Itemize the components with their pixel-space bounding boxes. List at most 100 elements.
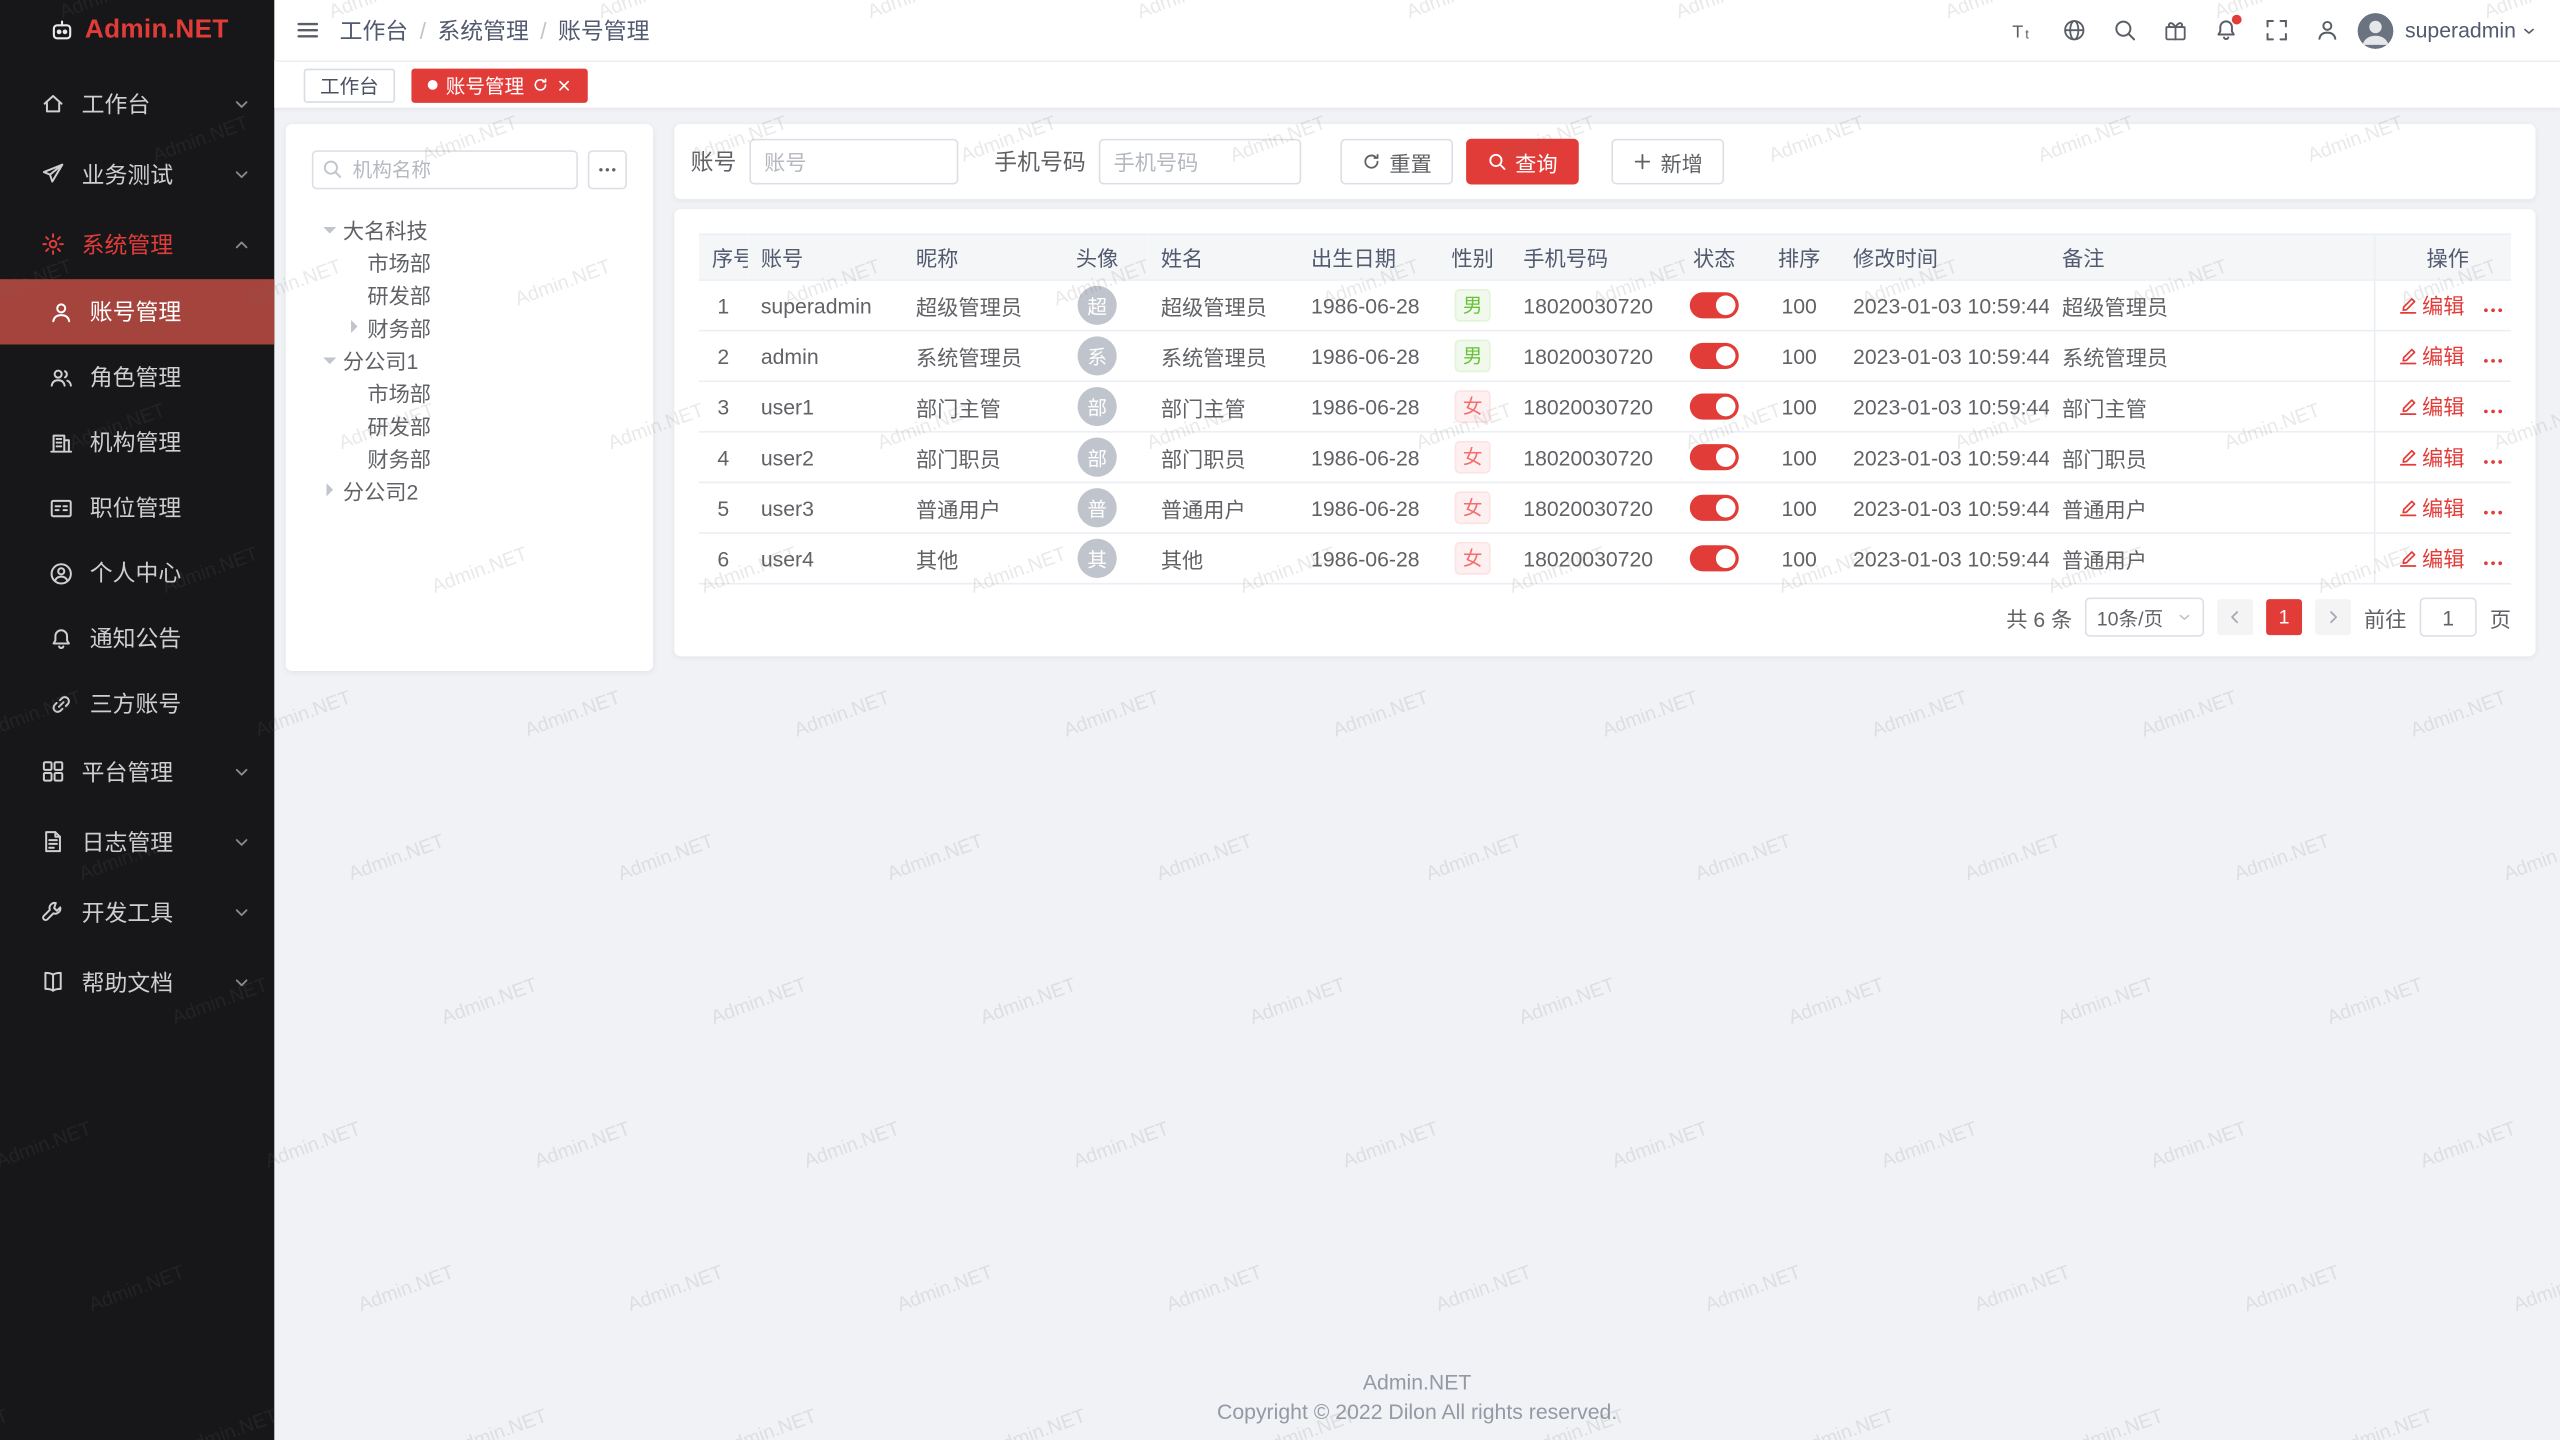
sidebar-item-role-management[interactable]: 角色管理	[0, 344, 274, 409]
sidebar-item-platform-management[interactable]: 平台管理	[0, 736, 274, 806]
edit-button[interactable]: 编辑	[2398, 543, 2465, 574]
breadcrumb-item[interactable]: 工作台	[340, 14, 409, 47]
col-header-phone: 手机号码	[1510, 234, 1670, 280]
next-page-button[interactable]	[2315, 599, 2351, 635]
app-root: Admin.NET 工作台 业务测试 系统管理 账号管理	[0, 0, 2560, 1440]
sidebar-item-help-docs[interactable]: 帮助文档	[0, 947, 274, 1017]
org-name-search-input[interactable]	[312, 150, 578, 189]
breadcrumb-item[interactable]: 系统管理	[437, 14, 528, 47]
caret-icon[interactable]	[325, 220, 336, 236]
plus-icon	[1633, 152, 1653, 172]
sidebar-item-dev-tools[interactable]: 开发工具	[0, 877, 274, 947]
page-size-select[interactable]: 10条/页	[2085, 598, 2204, 637]
sidebar-item-business-test[interactable]: 业务测试	[0, 139, 274, 209]
tree-node[interactable]: 研发部	[312, 278, 627, 311]
total-count: 共 6 条	[2006, 602, 2072, 633]
tree-node[interactable]: 财务部	[312, 310, 627, 343]
page-number-active[interactable]: 1	[2266, 599, 2302, 635]
caret-icon[interactable]	[325, 482, 336, 498]
tree-node[interactable]: 分公司1	[312, 343, 627, 376]
toggle-knob	[1716, 549, 1736, 569]
logo[interactable]: Admin.NET	[0, 0, 274, 60]
cell-account: user4	[748, 533, 903, 584]
status-toggle[interactable]	[1690, 546, 1739, 572]
collapse-sidebar-button[interactable]	[287, 11, 326, 50]
status-toggle[interactable]	[1690, 343, 1739, 369]
tab-close-button[interactable]	[557, 78, 572, 93]
user-setting-button[interactable]	[2307, 11, 2346, 50]
avatar[interactable]	[2358, 12, 2394, 48]
tree-node[interactable]: 研发部	[312, 408, 627, 441]
sidebar-item-notice[interactable]: 通知公告	[0, 606, 274, 671]
table-row: 2admin系统管理员系系统管理员1986-06-28男180200307201…	[699, 331, 2511, 382]
account-filter-input[interactable]	[749, 139, 958, 185]
user-menu[interactable]: superadmin	[2405, 18, 2537, 42]
tree-node[interactable]: 财务部	[312, 441, 627, 474]
cell-name: 其他	[1148, 533, 1298, 584]
tree-more-button[interactable]	[588, 150, 627, 189]
bell-icon	[49, 626, 73, 650]
more-actions-button[interactable]	[2481, 399, 2504, 422]
sidebar-item-workbench[interactable]: 工作台	[0, 69, 274, 139]
sidebar-item-third-party-account[interactable]: 三方账号	[0, 671, 274, 736]
status-toggle[interactable]	[1690, 495, 1739, 521]
tree-node[interactable]: 市场部	[312, 376, 627, 409]
chevron-down-icon	[232, 972, 252, 992]
sidebar-item-personal-center[interactable]: 个人中心	[0, 540, 274, 605]
sidebar-item-label: 三方账号	[90, 687, 252, 720]
cell-birth: 1986-06-28	[1298, 280, 1435, 331]
row-avatar: 部	[1078, 438, 1117, 477]
more-actions-button[interactable]	[2481, 298, 2504, 321]
caret-icon[interactable]	[325, 351, 336, 367]
tab-label: 工作台	[320, 71, 379, 99]
more-actions-button[interactable]	[2481, 349, 2504, 372]
edit-button[interactable]: 编辑	[2398, 290, 2465, 321]
status-toggle[interactable]	[1690, 445, 1739, 471]
sidebar-item-log-management[interactable]: 日志管理	[0, 807, 274, 877]
edit-button[interactable]: 编辑	[2398, 442, 2465, 473]
fullscreen-button[interactable]	[2256, 11, 2295, 50]
sidebar-item-account-management[interactable]: 账号管理	[0, 279, 274, 344]
add-button[interactable]: 新增	[1611, 139, 1724, 185]
cell-avatar: 部	[1047, 432, 1148, 483]
goto-page-input[interactable]	[2420, 598, 2477, 637]
more-actions-button[interactable]	[2481, 500, 2504, 523]
sidebar-item-system-management[interactable]: 系统管理	[0, 209, 274, 279]
tree-node[interactable]: 市场部	[312, 245, 627, 278]
edit-button[interactable]: 编辑	[2398, 492, 2465, 523]
more-actions-button[interactable]	[2481, 450, 2504, 473]
search-button[interactable]: 查询	[1466, 139, 1579, 185]
tab-workbench[interactable]: 工作台	[304, 68, 395, 102]
phone-filter-input[interactable]	[1099, 139, 1301, 185]
notification-badge	[2232, 14, 2242, 24]
cell-modified: 2023-01-03 10:59:44	[1840, 482, 2049, 533]
status-toggle[interactable]	[1690, 293, 1739, 319]
locale-button[interactable]	[2054, 11, 2093, 50]
font-size-button[interactable]: Tt	[2003, 11, 2042, 50]
tree-node-label: 市场部	[367, 376, 431, 407]
global-search-button[interactable]	[2105, 11, 2144, 50]
tree-node[interactable]: 大名科技	[312, 212, 627, 245]
sidebar-item-position-management[interactable]: 职位管理	[0, 475, 274, 540]
caret-icon[interactable]	[349, 318, 360, 334]
table-header: 序号 账号 昵称 头像 姓名 出生日期 性别 手机号码 状态 排序 修改时间	[699, 234, 2511, 280]
cell-birth: 1986-06-28	[1298, 381, 1435, 432]
grid-icon	[41, 759, 65, 783]
more-actions-button[interactable]	[2481, 551, 2504, 574]
tab-refresh-button[interactable]	[532, 77, 548, 93]
reset-button[interactable]: 重置	[1340, 139, 1453, 185]
theme-button[interactable]	[2155, 11, 2194, 50]
edit-button[interactable]: 编辑	[2398, 391, 2465, 422]
tree-search	[312, 150, 578, 189]
status-toggle[interactable]	[1690, 394, 1739, 420]
toggle-knob	[1716, 448, 1736, 468]
tree-node[interactable]: 分公司2	[312, 473, 627, 506]
tab-account-management[interactable]: 账号管理	[411, 68, 587, 102]
prev-page-button[interactable]	[2217, 599, 2253, 635]
edit-button[interactable]: 编辑	[2398, 340, 2465, 371]
notification-button[interactable]	[2206, 11, 2245, 50]
edit-icon	[2398, 346, 2418, 366]
cell-phone: 18020030720	[1510, 432, 1670, 483]
sidebar-item-org-management[interactable]: 机构管理	[0, 410, 274, 475]
link-icon	[49, 691, 73, 715]
